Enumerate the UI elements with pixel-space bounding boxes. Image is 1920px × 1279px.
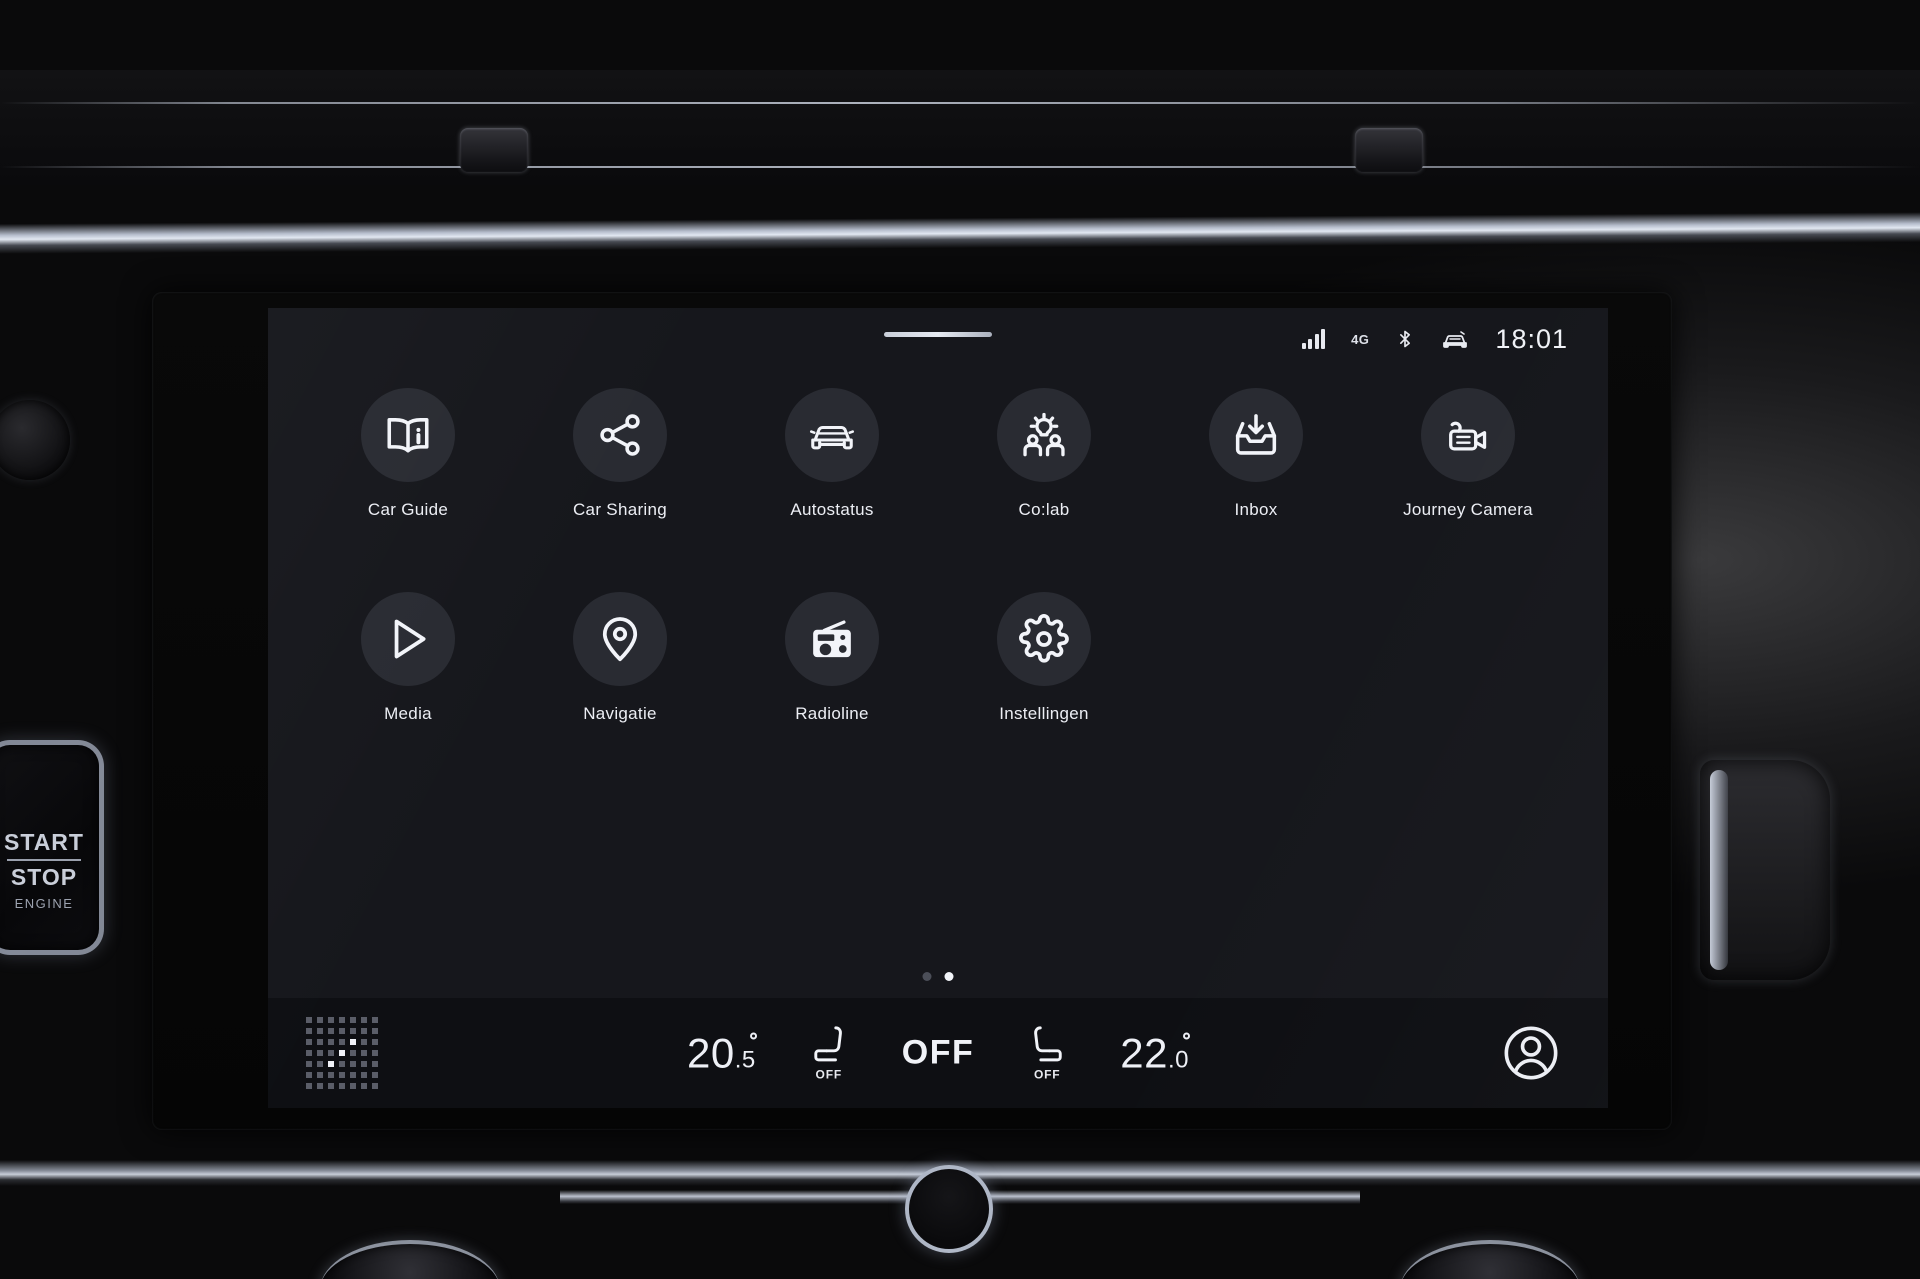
app-label: Autostatus — [790, 500, 874, 519]
signal-bars-icon — [1301, 329, 1326, 349]
climate-control-bar: 20 .5 OFF OFF OFF 22 .0 — [268, 998, 1608, 1108]
vent-slat — [0, 102, 1920, 104]
driver-temp-fraction-value: .5 — [734, 1046, 756, 1073]
passenger-temperature[interactable]: 22 .0 — [1120, 1029, 1190, 1077]
passenger-temp-fraction-value: .0 — [1167, 1046, 1189, 1073]
radio-receiver-icon — [807, 614, 857, 664]
app-tile-autostatus[interactable]: Autostatus — [726, 388, 938, 520]
book-info-icon — [383, 410, 433, 460]
user-profile-button[interactable] — [1502, 1024, 1560, 1082]
page-indicator[interactable] — [922, 972, 954, 981]
driver-temperature[interactable]: 20 .5 — [687, 1029, 757, 1077]
app-label: Car Guide — [367, 500, 449, 519]
degree-symbol-icon — [1182, 1032, 1190, 1039]
app-label: Media — [384, 704, 432, 723]
driver-seat-state: OFF — [815, 1067, 842, 1082]
status-bar: 4G 18:01 — [268, 308, 1608, 370]
start-label: START — [4, 829, 84, 855]
app-label: Navigatie — [583, 704, 657, 723]
app-label: Car Sharing — [572, 500, 667, 519]
gear-icon — [1019, 614, 1069, 664]
play-triangle-icon — [383, 614, 433, 664]
app-icon-circle — [1421, 388, 1515, 482]
seat-heater-icon — [1030, 1025, 1064, 1065]
app-tile-car-guide[interactable]: Car Guide — [302, 388, 514, 520]
degree-symbol-icon — [749, 1032, 757, 1039]
app-tile-navigatie[interactable]: Navigatie — [514, 592, 726, 724]
climate-dial-right[interactable] — [1400, 1240, 1580, 1279]
app-icon-circle — [997, 388, 1091, 482]
passenger-temp-whole: 22 — [1120, 1029, 1168, 1076]
dashboard-chrome-trim — [0, 212, 1920, 254]
app-label: Radioline — [795, 704, 869, 723]
app-icon-circle — [1209, 388, 1303, 482]
app-tile-media[interactable]: Media — [302, 592, 514, 724]
climate-controls: 20 .5 OFF OFF OFF 22 .0 — [687, 1025, 1190, 1082]
car-status-icon — [1441, 328, 1469, 350]
right-side-chrome — [1710, 770, 1728, 970]
vent-control-tab[interactable] — [1355, 128, 1423, 172]
start-stop-engine-button[interactable]: START STOP ENGINE — [0, 740, 104, 955]
app-tile-instellingen[interactable]: Instellingen — [938, 592, 1150, 724]
vent-control-tab[interactable] — [460, 128, 528, 172]
engine-label: ENGINE — [14, 896, 74, 911]
clock: 18:01 — [1495, 323, 1568, 354]
app-label: Co:lab — [1018, 500, 1070, 519]
inbox-download-icon — [1231, 410, 1281, 460]
center-rotary-knob[interactable] — [905, 1165, 993, 1253]
lightbulb-people-icon — [1019, 410, 1069, 460]
camcorder-icon — [1443, 410, 1493, 460]
fan-speed-button[interactable]: OFF — [902, 1034, 974, 1073]
passenger-seat-state: OFF — [1034, 1067, 1061, 1082]
app-grid: Car Guide Car Sharing Autostatus Co:lab … — [268, 388, 1608, 724]
infotainment-display: 4G 18:01 Car Guide Car Sharing Autostatu… — [268, 308, 1608, 1108]
passenger-seat-heater-button[interactable]: OFF — [1030, 1025, 1064, 1082]
app-tile-car-sharing[interactable]: Car Sharing — [514, 388, 726, 520]
climate-dial-left[interactable] — [320, 1240, 500, 1279]
seat-heater-icon — [812, 1025, 846, 1065]
page-dot-2[interactable] — [944, 972, 954, 981]
stop-label: STOP — [10, 864, 78, 890]
app-icon-circle — [361, 592, 455, 686]
app-tile-radioline[interactable]: Radioline — [726, 592, 938, 724]
bluetooth-icon — [1395, 327, 1415, 351]
dot-grid-launcher-icon[interactable] — [306, 1017, 378, 1089]
vent-slat — [0, 166, 1920, 168]
user-profile-icon — [1502, 1024, 1560, 1082]
app-icon-circle — [997, 592, 1091, 686]
app-icon-circle — [361, 388, 455, 482]
start-stop-divider — [7, 859, 81, 861]
driver-temp-whole: 20 — [687, 1029, 735, 1076]
app-label: Journey Camera — [1403, 500, 1533, 519]
app-icon-circle — [785, 592, 879, 686]
car-front-icon — [807, 410, 857, 460]
app-icon-circle — [573, 388, 667, 482]
air-vent-band — [0, 70, 1920, 185]
app-tile-colab[interactable]: Co:lab — [938, 388, 1150, 520]
left-dashboard-knob[interactable] — [0, 400, 70, 480]
driver-temp-fraction: .5 — [734, 1032, 757, 1074]
pulldown-drag-handle[interactable] — [884, 332, 992, 337]
app-icon-circle — [573, 592, 667, 686]
app-icon-circle — [785, 388, 879, 482]
app-tile-journey-camera[interactable]: Journey Camera — [1362, 388, 1574, 520]
driver-seat-heater-button[interactable]: OFF — [812, 1025, 846, 1082]
network-type-label: 4G — [1351, 331, 1370, 347]
location-pin-icon — [595, 614, 645, 664]
app-label: Instellingen — [999, 704, 1089, 723]
car-dashboard: START STOP ENGINE 4G 18:01 Car Guide Car… — [0, 0, 1920, 1279]
app-tile-inbox[interactable]: Inbox — [1150, 388, 1362, 520]
page-dot-1[interactable] — [922, 972, 932, 981]
share-nodes-icon — [595, 410, 645, 460]
app-label: Inbox — [1234, 500, 1278, 519]
passenger-temp-fraction: .0 — [1167, 1032, 1190, 1074]
